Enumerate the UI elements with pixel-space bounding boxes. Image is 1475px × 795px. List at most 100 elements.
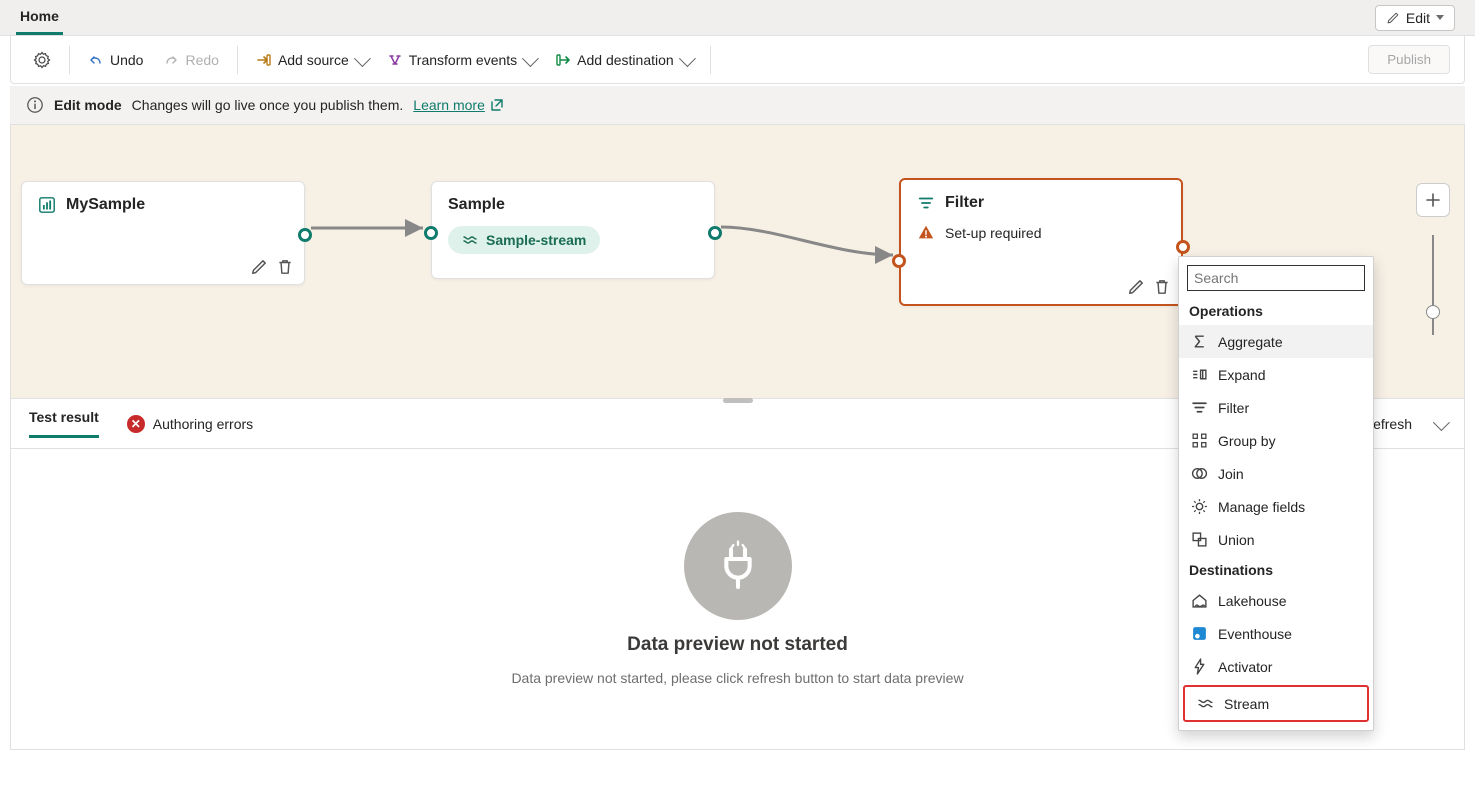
refresh-label-fragment: efresh bbox=[1373, 416, 1412, 432]
redo-label: Redo bbox=[185, 52, 218, 68]
external-link-icon bbox=[489, 97, 505, 113]
chevron-down-icon[interactable] bbox=[1433, 414, 1450, 431]
join-icon bbox=[1191, 465, 1208, 482]
transform-icon bbox=[387, 52, 403, 68]
menu-aggregate[interactable]: Aggregate bbox=[1179, 325, 1373, 358]
learn-more-link[interactable]: Learn more bbox=[413, 97, 505, 113]
eventhouse-icon bbox=[1191, 625, 1208, 642]
node-mysample-title: MySample bbox=[66, 196, 145, 214]
filter-icon bbox=[917, 194, 935, 212]
stream-pill[interactable]: Sample-stream bbox=[448, 226, 600, 254]
manage-fields-icon bbox=[1191, 498, 1208, 515]
menu-filter[interactable]: Filter bbox=[1179, 391, 1373, 424]
menu-activator[interactable]: Activator bbox=[1179, 650, 1373, 683]
chevron-down-icon bbox=[679, 50, 696, 67]
transform-label: Transform events bbox=[409, 52, 517, 68]
node-filter-title: Filter bbox=[945, 194, 984, 212]
info-title: Edit mode bbox=[54, 97, 122, 113]
info-icon bbox=[26, 96, 44, 114]
output-port[interactable] bbox=[708, 226, 722, 240]
section-destinations: Destinations bbox=[1179, 556, 1373, 584]
node-mysample[interactable]: MySample bbox=[21, 181, 305, 285]
tab-authoring-errors-label: Authoring errors bbox=[153, 416, 253, 432]
trash-icon[interactable] bbox=[1153, 278, 1171, 296]
output-port[interactable] bbox=[1176, 240, 1190, 254]
transform-events-button[interactable]: Transform events bbox=[379, 48, 543, 72]
node-filter-warning: Set-up required bbox=[945, 225, 1042, 241]
caret-down-icon bbox=[1436, 15, 1444, 20]
toolbar: Undo Redo Add source Transform events Ad… bbox=[10, 36, 1465, 84]
redo-button: Redo bbox=[155, 48, 226, 72]
zoom-slider[interactable] bbox=[1432, 235, 1434, 335]
pencil-icon[interactable] bbox=[250, 258, 268, 276]
menu-stream[interactable]: Stream bbox=[1185, 687, 1367, 720]
connector-arrow bbox=[715, 215, 905, 275]
info-bar: Edit mode Changes will go live once you … bbox=[10, 86, 1465, 125]
menu-union[interactable]: Union bbox=[1179, 523, 1373, 556]
separator bbox=[69, 46, 70, 74]
pencil-icon bbox=[1386, 11, 1400, 25]
stream-icon bbox=[1197, 695, 1214, 712]
node-sample[interactable]: Sample Sample-stream bbox=[431, 181, 715, 279]
add-operation-popup: Operations Aggregate Expand Filter Group… bbox=[1178, 256, 1374, 731]
separator bbox=[710, 46, 711, 74]
plug-icon bbox=[710, 538, 766, 594]
lakehouse-icon bbox=[1191, 592, 1208, 609]
output-port[interactable] bbox=[298, 228, 312, 242]
zoom-handle[interactable] bbox=[1426, 305, 1440, 319]
undo-button[interactable]: Undo bbox=[80, 48, 151, 72]
menu-manage-fields[interactable]: Manage fields bbox=[1179, 490, 1373, 523]
canvas-controls bbox=[1416, 183, 1450, 335]
tab-authoring-errors[interactable]: ✕ Authoring errors bbox=[127, 415, 253, 433]
section-operations: Operations bbox=[1179, 297, 1373, 325]
gear-icon bbox=[33, 51, 51, 69]
undo-label: Undo bbox=[110, 52, 143, 68]
menu-groupby[interactable]: Group by bbox=[1179, 424, 1373, 457]
activator-icon bbox=[1191, 658, 1208, 675]
top-tabs: Home Edit bbox=[0, 0, 1475, 36]
learn-more-label: Learn more bbox=[413, 97, 485, 113]
chevron-down-icon bbox=[354, 50, 371, 67]
add-destination-button[interactable]: Add destination bbox=[547, 48, 700, 72]
menu-expand[interactable]: Expand bbox=[1179, 358, 1373, 391]
input-port[interactable] bbox=[892, 254, 906, 268]
redo-icon bbox=[163, 52, 179, 68]
trash-icon[interactable] bbox=[276, 258, 294, 276]
tab-test-result[interactable]: Test result bbox=[29, 409, 99, 438]
undo-icon bbox=[88, 52, 104, 68]
menu-stream-highlight: Stream bbox=[1183, 685, 1369, 722]
settings-button[interactable] bbox=[25, 47, 59, 73]
edit-dropdown-button[interactable]: Edit bbox=[1375, 5, 1455, 31]
groupby-icon bbox=[1191, 432, 1208, 449]
info-text: Changes will go live once you publish th… bbox=[132, 97, 404, 113]
warning-icon bbox=[917, 224, 935, 242]
publish-button: Publish bbox=[1368, 45, 1450, 74]
add-source-label: Add source bbox=[278, 52, 349, 68]
plus-icon bbox=[1425, 192, 1441, 208]
union-icon bbox=[1191, 531, 1208, 548]
connector-arrow bbox=[305, 213, 435, 243]
add-node-button[interactable] bbox=[1416, 183, 1450, 217]
input-port[interactable] bbox=[424, 226, 438, 240]
menu-eventhouse[interactable]: Eventhouse bbox=[1179, 617, 1373, 650]
sigma-icon bbox=[1191, 333, 1208, 350]
add-destination-label: Add destination bbox=[577, 52, 674, 68]
node-filter[interactable]: Filter Set-up required bbox=[899, 178, 1183, 306]
filter-lines-icon bbox=[1191, 399, 1208, 416]
tab-home[interactable]: Home bbox=[16, 0, 63, 35]
stream-icon bbox=[462, 232, 478, 248]
menu-lakehouse[interactable]: Lakehouse bbox=[1179, 584, 1373, 617]
chart-icon bbox=[38, 196, 56, 214]
edit-button-label: Edit bbox=[1406, 10, 1430, 26]
error-badge-icon: ✕ bbox=[127, 415, 145, 433]
add-source-button[interactable]: Add source bbox=[248, 48, 375, 72]
empty-subtitle: Data preview not started, please click r… bbox=[511, 670, 963, 686]
add-destination-icon bbox=[555, 52, 571, 68]
pencil-icon[interactable] bbox=[1127, 278, 1145, 296]
menu-join[interactable]: Join bbox=[1179, 457, 1373, 490]
chevron-down-icon bbox=[522, 50, 539, 67]
empty-title: Data preview not started bbox=[627, 634, 848, 656]
search-input[interactable] bbox=[1187, 265, 1365, 291]
plug-illustration bbox=[684, 512, 792, 620]
stream-pill-label: Sample-stream bbox=[486, 232, 586, 248]
